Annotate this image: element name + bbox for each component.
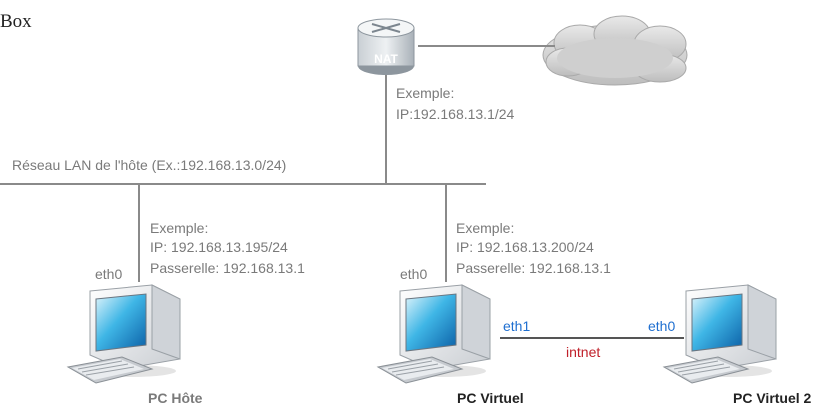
title-fragment: Box [0,11,32,32]
host-example-heading: Exemple: [150,220,208,236]
host-ip: IP: 192.168.13.195/24 [150,239,288,255]
host-gateway: Passerelle: 192.168.13.1 [150,260,305,276]
nat-label: NAT [374,52,398,66]
nat-example-heading: Exemple: [396,85,454,101]
vm-computer-icon [377,284,491,384]
internet-cloud-icon [542,15,688,86]
nat-router-icon: NAT [357,18,415,75]
vm-name-label: PC Virtuel [457,390,524,406]
vm-example-heading: Exemple: [456,220,514,236]
vm2-computer-icon [663,284,777,384]
vm-ip: IP: 192.168.13.200/24 [456,239,594,255]
intnet-label: intnet [566,344,600,360]
host-name-label: PC Hôte [148,390,203,406]
vm-eth0-label: eth0 [400,266,427,282]
host-computer-icon [67,284,181,384]
vm-eth1-label: eth1 [503,318,530,334]
nat-ip: IP:192.168.13.1/24 [396,106,515,122]
vm2-name-label: PC Virtuel 2 [733,390,812,406]
vm2-eth0-label: eth0 [648,318,675,334]
network-diagram: Box NAT Exemple: IP:192.168.13.1/24 Rése… [0,11,812,406]
lan-label: Réseau LAN de l'hôte (Ex.:192.168.13.0/2… [12,157,286,173]
vm-gateway: Passerelle: 192.168.13.1 [456,260,611,276]
host-eth0-label: eth0 [95,266,122,282]
